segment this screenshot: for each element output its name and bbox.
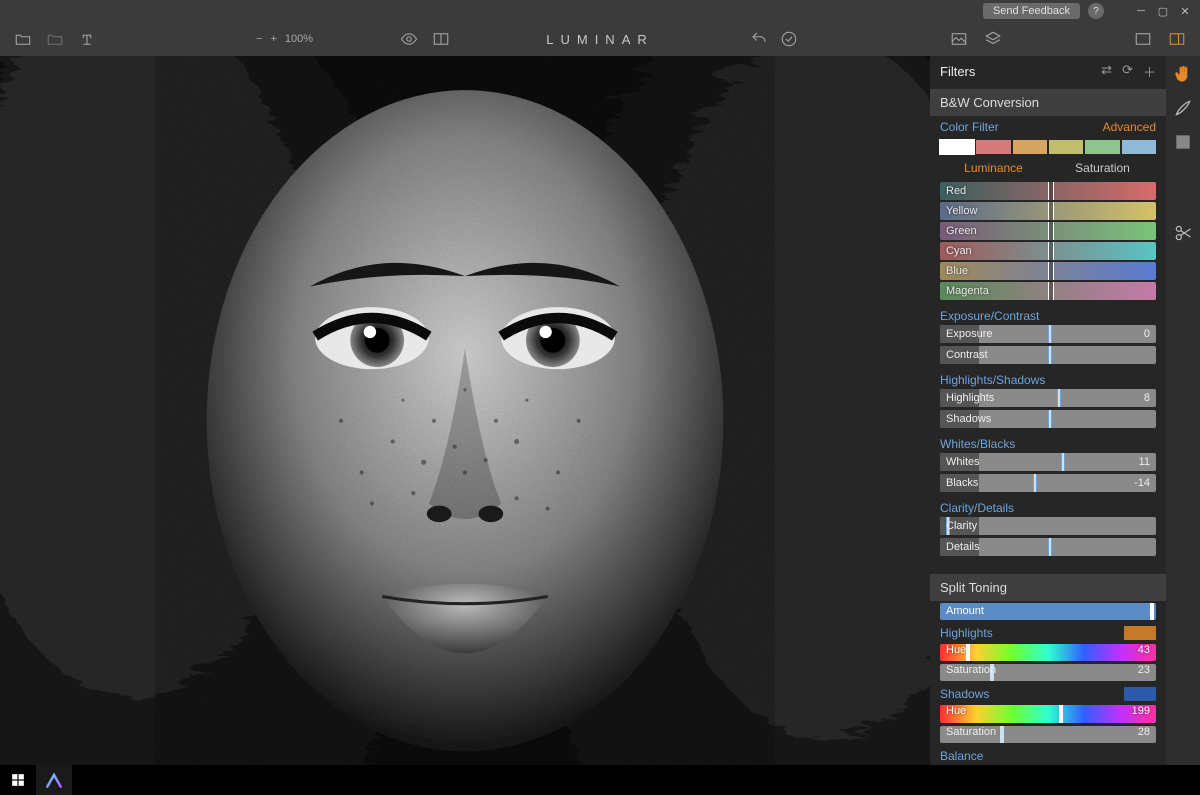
recent-folder-icon[interactable] [46, 30, 64, 48]
split-toning-header[interactable]: Split Toning [930, 574, 1166, 601]
brush-tool[interactable] [1171, 96, 1195, 120]
gradient-tool[interactable] [1171, 130, 1195, 154]
slider-details[interactable]: Details [940, 538, 1156, 556]
color-slider-yellow[interactable]: Yellow [940, 202, 1156, 220]
color-filter-swatch-3[interactable] [1049, 140, 1083, 154]
layout-single-icon[interactable] [1134, 30, 1152, 48]
slider-blacks[interactable]: Blacks-14 [940, 474, 1156, 492]
split-highlights-swatch[interactable] [1124, 626, 1156, 640]
color-filter-swatch-2[interactable] [1013, 140, 1047, 154]
window-titlebar: Send Feedback ? ─ ▢ ✕ [0, 0, 1200, 22]
luminance-tab[interactable]: Luminance [940, 158, 1047, 178]
split-shadows-hue-slider[interactable]: Hue 199 [940, 705, 1156, 722]
close-button[interactable]: ✕ [1176, 5, 1194, 18]
color-filter-swatch-1[interactable] [976, 140, 1010, 154]
group-title: Highlights/Shadows [940, 369, 1156, 389]
start-button[interactable] [0, 765, 36, 795]
filters-title: Filters [940, 64, 975, 79]
zoom-out-button[interactable]: − [256, 33, 262, 45]
layout-panels-icon[interactable] [1168, 30, 1186, 48]
history-check-icon[interactable] [780, 30, 798, 48]
layers-icon[interactable] [984, 30, 1002, 48]
share-icon[interactable] [78, 30, 96, 48]
slider-whites[interactable]: Whites11 [940, 453, 1156, 471]
split-highlights-label: Highlights [940, 626, 993, 640]
preview-eye-icon[interactable] [400, 30, 418, 48]
main-toolbar: − + 100% LUMINAR [0, 22, 1200, 56]
filter-refresh-icon[interactable]: ⟳ [1122, 62, 1133, 81]
zoom-level-label[interactable]: 100% [285, 33, 313, 45]
pan-hand-tool[interactable] [1171, 62, 1195, 86]
split-highlights-hue-slider[interactable]: Hue 43 [940, 644, 1156, 661]
compare-split-icon[interactable] [432, 30, 450, 48]
bw-conversion-header[interactable]: B&W Conversion [930, 89, 1166, 116]
slider-clarity[interactable]: Clarity [940, 517, 1156, 535]
color-slider-red[interactable]: Red [940, 182, 1156, 200]
split-balance-label: Balance [940, 749, 983, 763]
saturation-tab[interactable]: Saturation [1049, 158, 1156, 178]
minimize-button[interactable]: ─ [1132, 5, 1150, 17]
color-filter-swatch-5[interactable] [1122, 140, 1156, 154]
filter-settings-icon[interactable]: ⇄ [1101, 62, 1112, 81]
color-slider-cyan[interactable]: Cyan [940, 242, 1156, 260]
color-filter-label: Color Filter [940, 120, 999, 134]
split-highlights-sat-slider[interactable]: Saturation 23 [940, 664, 1156, 681]
image-canvas[interactable] [0, 56, 930, 765]
split-shadows-sat-slider[interactable]: Saturation 28 [940, 726, 1156, 743]
help-button[interactable]: ? [1088, 3, 1104, 19]
group-title: Exposure/Contrast [940, 305, 1156, 325]
windows-taskbar [0, 765, 1200, 795]
undo-icon[interactable] [750, 30, 768, 48]
slider-shadows[interactable]: Shadows [940, 410, 1156, 428]
group-title: Clarity/Details [940, 497, 1156, 517]
color-slider-magenta[interactable]: Magenta [940, 282, 1156, 300]
add-filter-icon[interactable]: ＋ [1143, 62, 1156, 81]
portrait-photo [0, 56, 930, 765]
luminar-taskbar-icon[interactable] [36, 765, 72, 795]
zoom-in-button[interactable]: + [270, 33, 276, 45]
group-title: Whites/Blacks [940, 433, 1156, 453]
color-filter-swatch-4[interactable] [1085, 140, 1119, 154]
split-shadows-label: Shadows [940, 687, 989, 701]
filters-panel: Filters ⇄ ⟳ ＋ B&W Conversion Color Filte… [930, 56, 1200, 765]
slider-highlights[interactable]: Highlights8 [940, 389, 1156, 407]
scissors-tool[interactable] [1171, 221, 1195, 245]
vertical-toolbar [1166, 56, 1200, 765]
color-slider-blue[interactable]: Blue [940, 262, 1156, 280]
slider-contrast[interactable]: Contrast [940, 346, 1156, 364]
open-folder-icon[interactable] [14, 30, 32, 48]
maximize-button[interactable]: ▢ [1154, 5, 1172, 18]
advanced-toggle[interactable]: Advanced [1103, 120, 1156, 134]
split-shadows-swatch[interactable] [1124, 687, 1156, 701]
zoom-controls: − + 100% [256, 33, 313, 45]
color-filter-swatch-0[interactable] [940, 140, 974, 154]
slider-exposure[interactable]: Exposure0 [940, 325, 1156, 343]
app-title: LUMINAR [546, 32, 654, 47]
image-icon[interactable] [950, 30, 968, 48]
send-feedback-button[interactable]: Send Feedback [983, 3, 1080, 19]
color-slider-green[interactable]: Green [940, 222, 1156, 240]
split-amount-slider[interactable]: Amount [940, 603, 1156, 620]
